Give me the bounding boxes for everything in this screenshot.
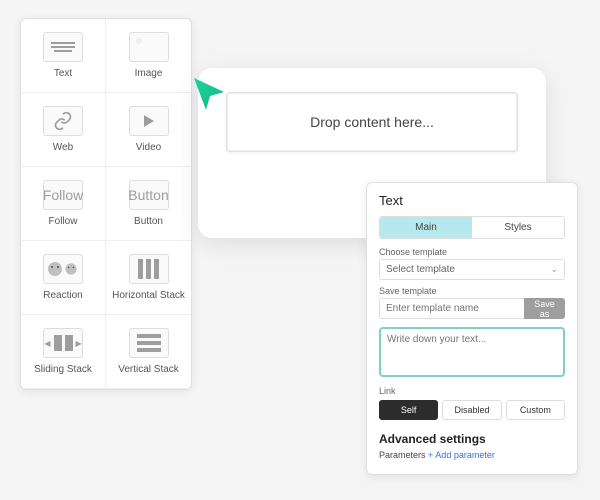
palette-item-label: Button (134, 216, 163, 227)
template-select[interactable]: Select template ⌄ (379, 259, 565, 280)
palette-item-label: Web (53, 142, 73, 153)
element-palette: Text Image Web Video Follow Follow Butto… (20, 18, 192, 390)
palette-item-video[interactable]: Video (106, 93, 191, 167)
add-parameter-link[interactable]: + Add parameter (428, 450, 495, 460)
link-option-self[interactable]: Self (379, 400, 438, 420)
palette-item-reaction[interactable]: Reaction (21, 241, 106, 315)
panel-title: Text (379, 193, 565, 208)
save-template-label: Save template (379, 286, 565, 296)
dropzone-text: Drop content here... (310, 114, 434, 130)
content-dropzone[interactable]: Drop content here... (226, 92, 518, 152)
palette-item-label: Image (135, 68, 163, 79)
image-icon (129, 32, 169, 62)
horizontal-stack-icon (129, 254, 169, 284)
palette-item-label: Sliding Stack (34, 364, 92, 375)
link-label: Link (379, 386, 565, 396)
panel-tabs: Main Styles (379, 216, 565, 239)
chevron-down-icon: ⌄ (550, 264, 558, 275)
palette-item-web[interactable]: Web (21, 93, 106, 167)
parameters-row: Parameters + Add parameter (379, 450, 565, 460)
template-select-value: Select template (386, 264, 455, 275)
text-content-textarea[interactable] (379, 327, 565, 377)
palette-item-label: Horizontal Stack (112, 290, 185, 301)
link-option-disabled[interactable]: Disabled (442, 400, 501, 420)
vertical-stack-icon (129, 328, 169, 358)
template-name-input[interactable] (379, 298, 524, 319)
tab-styles[interactable]: Styles (472, 217, 564, 238)
palette-item-sliding[interactable]: ◀▶ Sliding Stack (21, 315, 106, 389)
text-icon (43, 32, 83, 62)
link-option-custom[interactable]: Custom (506, 400, 565, 420)
advanced-settings-heading: Advanced settings (379, 432, 565, 446)
properties-panel: Text Main Styles Choose template Select … (366, 182, 578, 475)
tab-main[interactable]: Main (380, 217, 472, 238)
palette-item-label: Vertical Stack (118, 364, 179, 375)
palette-item-button[interactable]: Button Button (106, 167, 191, 241)
palette-item-text[interactable]: Text (21, 19, 106, 93)
palette-item-vstack[interactable]: Vertical Stack (106, 315, 191, 389)
palette-item-image[interactable]: Image (106, 19, 191, 93)
play-icon (129, 106, 169, 136)
button-icon: Button (129, 180, 169, 210)
palette-item-label: Text (54, 68, 72, 79)
parameters-label: Parameters (379, 450, 426, 460)
palette-item-label: Follow (49, 216, 78, 227)
palette-item-label: Reaction (43, 290, 82, 301)
link-icon (43, 106, 83, 136)
reaction-icon (43, 254, 83, 284)
follow-button-icon: Follow (43, 180, 83, 210)
palette-item-follow[interactable]: Follow Follow (21, 167, 106, 241)
palette-item-hstack[interactable]: Horizontal Stack (106, 241, 191, 315)
sliding-stack-icon: ◀▶ (43, 328, 83, 358)
palette-item-label: Video (136, 142, 161, 153)
choose-template-label: Choose template (379, 247, 565, 257)
save-as-button[interactable]: Save as (524, 298, 565, 319)
